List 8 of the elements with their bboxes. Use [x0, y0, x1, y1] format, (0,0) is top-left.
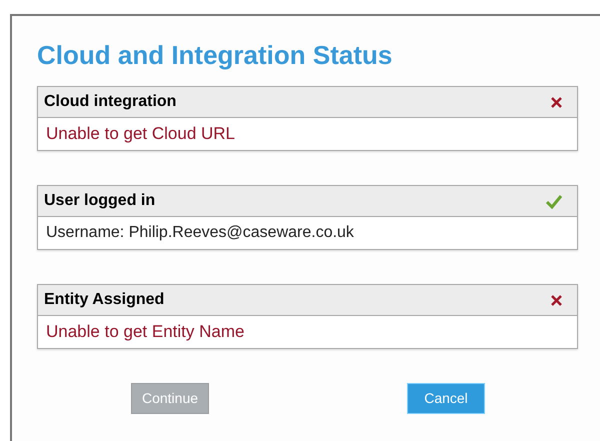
card-title: Entity Assigned — [44, 290, 164, 310]
cancel-button[interactable]: Cancel — [407, 383, 485, 414]
card-title: User logged in — [44, 191, 156, 211]
status-message: Username: Philip.Reeves@caseware.co.uk — [46, 223, 354, 243]
dialog-title: Cloud and Integration Status — [37, 39, 392, 72]
status-message: Unable to get Cloud URL — [46, 123, 236, 146]
card-title: Cloud integration — [44, 92, 176, 112]
status-message: Unable to get Entity Name — [46, 321, 244, 344]
